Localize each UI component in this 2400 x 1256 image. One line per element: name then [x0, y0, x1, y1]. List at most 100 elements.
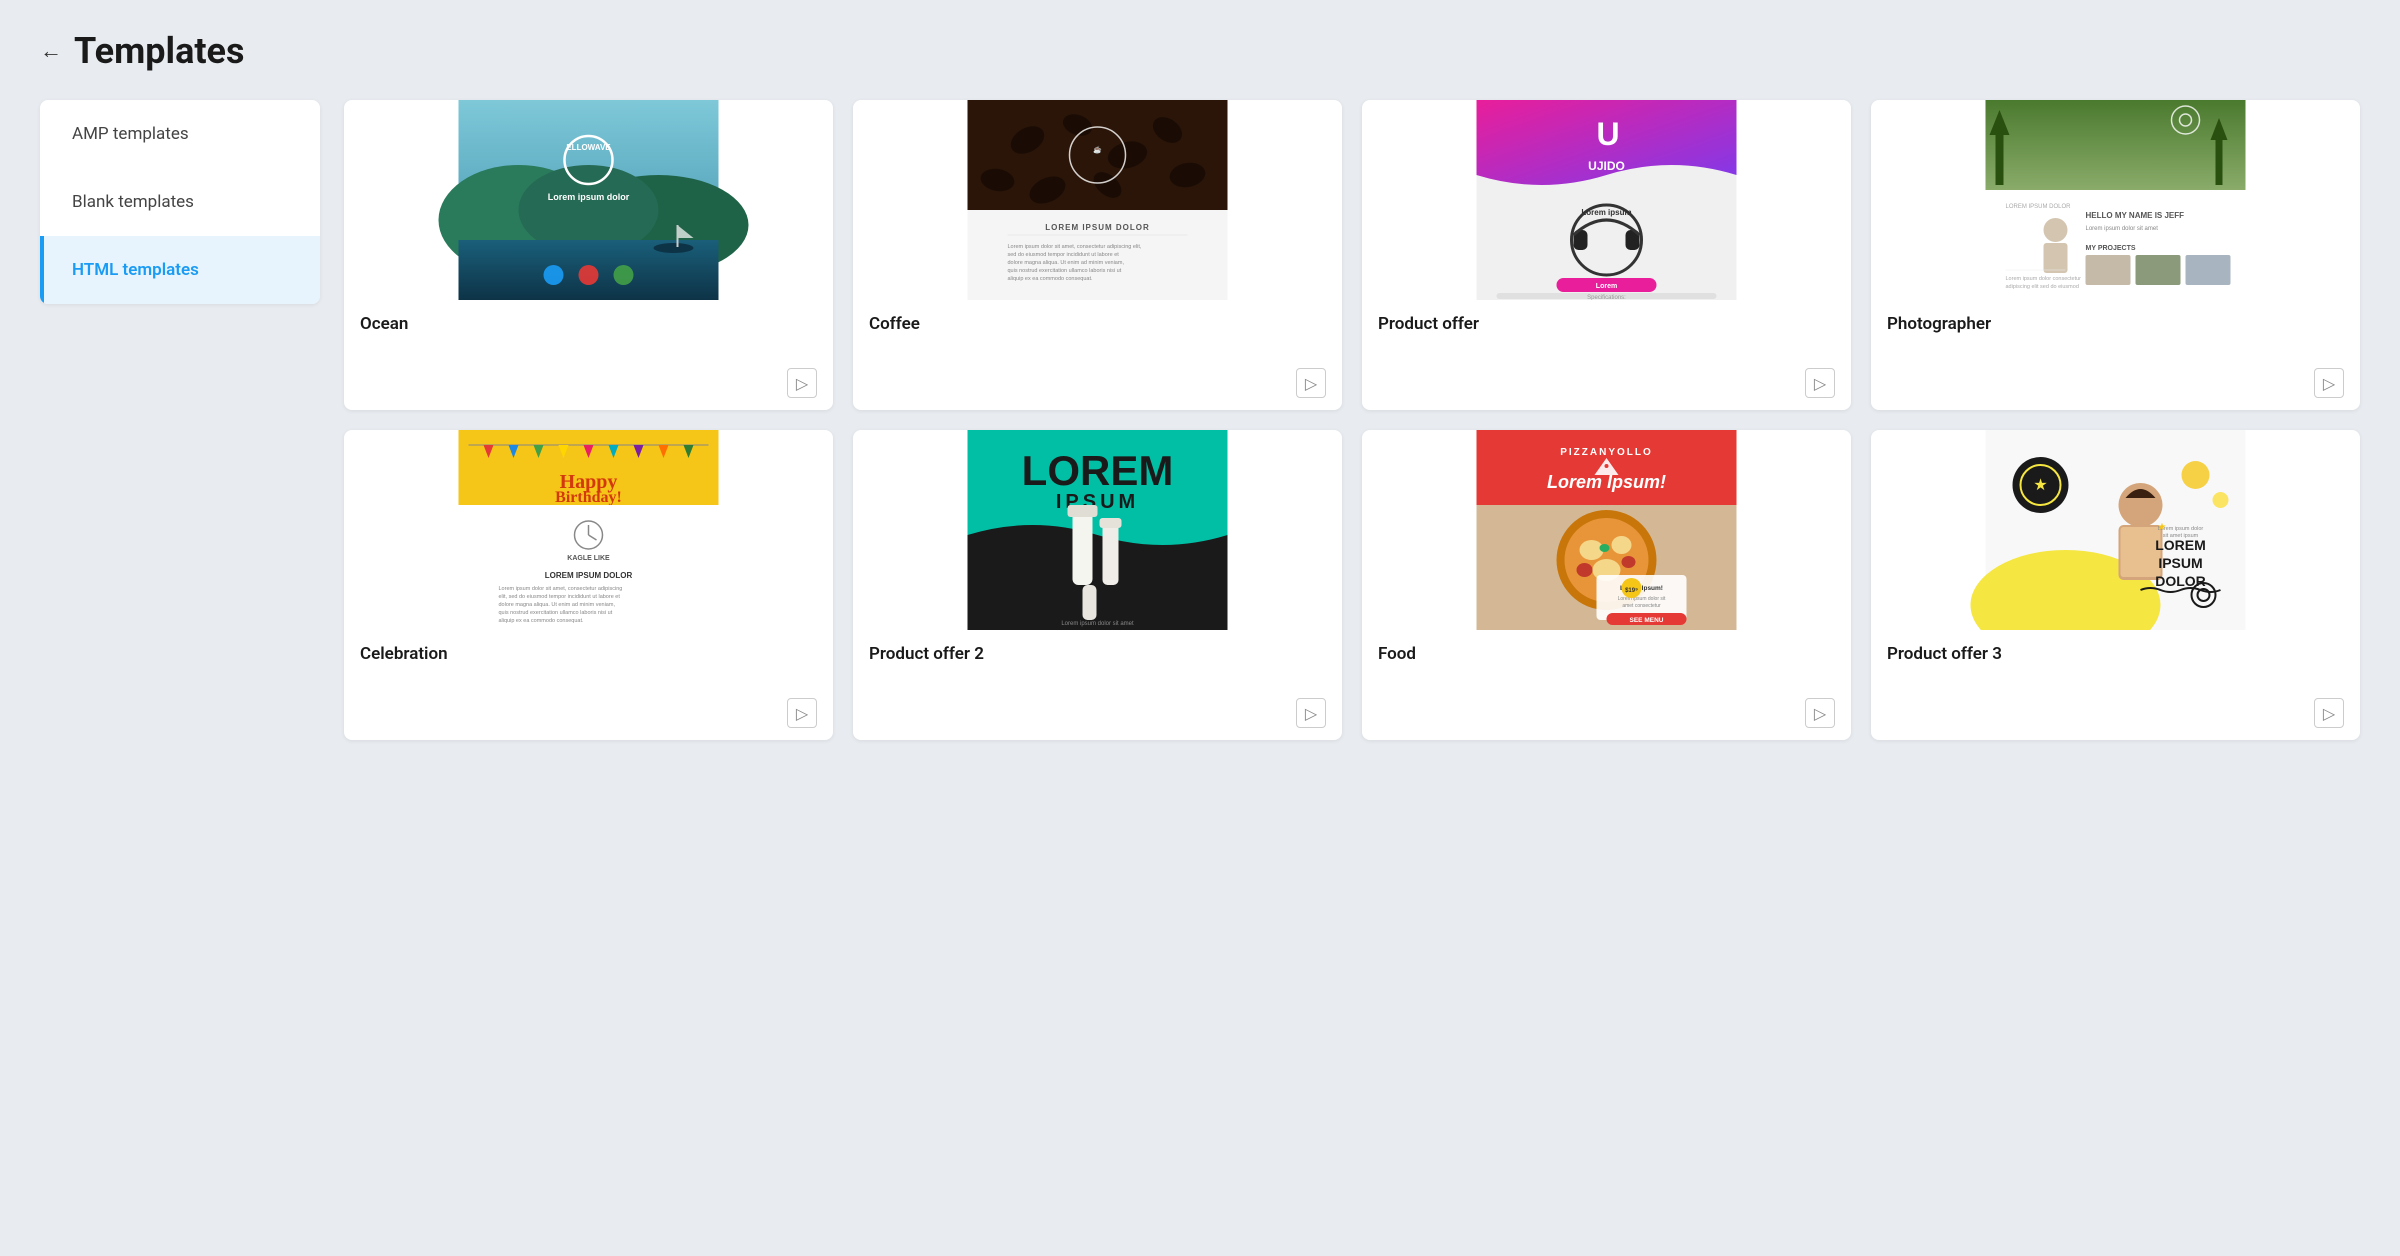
template-footer-product-offer-3: ▷ [1871, 698, 2360, 740]
template-card-photographer[interactable]: LOREM IPSUM DOLOR HELLO MY NAME IS JEFF … [1871, 100, 2360, 410]
svg-text:LOREM IPSUM DOLOR: LOREM IPSUM DOLOR [545, 571, 633, 580]
use-template-photographer[interactable]: ▷ [2314, 368, 2344, 398]
template-name-product-offer-2: Product offer 2 [869, 644, 1326, 664]
svg-text:aliquip ex ea commodo consequa: aliquip ex ea commodo consequat. [1008, 276, 1093, 282]
sidebar: AMP templates Blank templates HTML templ… [40, 100, 320, 304]
template-footer-food: ▷ [1362, 698, 1851, 740]
svg-text:Lorem ipsum dolor sit amet: Lorem ipsum dolor sit amet [2086, 226, 2159, 232]
svg-text:LOREM: LOREM [2155, 537, 2206, 553]
svg-text:HELLO MY NAME IS JEFF: HELLO MY NAME IS JEFF [2086, 211, 2185, 220]
use-template-product-offer-3[interactable]: ▷ [2314, 698, 2344, 728]
svg-text:Lorem ipsum dolor: Lorem ipsum dolor [548, 192, 630, 202]
svg-text:Specifications:: Specifications: [1587, 295, 1626, 300]
svg-text:dolore magna aliqua. Ut enim a: dolore magna aliqua. Ut enim ad minim ve… [499, 602, 616, 608]
svg-text:Lorem ipsum dolor sit amet, co: Lorem ipsum dolor sit amet, consectetur … [499, 586, 623, 592]
template-card-product-offer-2[interactable]: LOREM IPSUM Lorem ipsum dolor sit amet [853, 430, 1342, 740]
svg-text:Lorem ipsum dolor sit amet: Lorem ipsum dolor sit amet [1061, 621, 1134, 627]
page-header: ← Templates [40, 30, 2360, 72]
svg-text:amet consectetur: amet consectetur [1622, 603, 1661, 609]
svg-text:Lorem: Lorem [1596, 283, 1617, 290]
svg-text:ELLOWAVE: ELLOWAVE [566, 143, 611, 152]
template-thumbnail-photographer: LOREM IPSUM DOLOR HELLO MY NAME IS JEFF … [1871, 100, 2360, 300]
svg-text:sed do eiusmod tempor incididu: sed do eiusmod tempor incididunt ut labo… [1008, 252, 1120, 258]
use-template-celebration[interactable]: ▷ [787, 698, 817, 728]
sidebar-item-html[interactable]: HTML templates [40, 236, 320, 304]
svg-text:Lorem Ipsum!: Lorem Ipsum! [1547, 472, 1666, 492]
use-template-ocean[interactable]: ▷ [787, 368, 817, 398]
main-layout: AMP templates Blank templates HTML templ… [40, 100, 2360, 740]
svg-text:dolore magna aliqua. Ut enim a: dolore magna aliqua. Ut enim ad minim ve… [1008, 260, 1125, 266]
template-info-photographer: Photographer [1871, 300, 2360, 368]
svg-text:Lorem ipsum dolor sit amet, co: Lorem ipsum dolor sit amet, consectetur … [1008, 244, 1142, 250]
template-thumbnail-food: PIZZANYOLLO Lorem Ipsum! [1362, 430, 1851, 630]
template-info-ocean: Ocean [344, 300, 833, 368]
svg-text:★: ★ [2158, 522, 2167, 533]
template-footer-photographer: ▷ [1871, 368, 2360, 410]
content-area: ELLOWAVE Lorem ipsum dolor Ocean [320, 100, 2360, 740]
svg-text:quis nostrud exercitation ulla: quis nostrud exercitation ullamco labori… [1008, 268, 1122, 274]
svg-text:UJIDO: UJIDO [1588, 159, 1625, 173]
template-name-food: Food [1378, 644, 1835, 664]
svg-text:LOREM IPSUM DOLOR: LOREM IPSUM DOLOR [1045, 223, 1150, 232]
template-thumbnail-product-offer-3: ★ LOREM IPSUM DOLOR Lorem ipsum dolor [1871, 430, 2360, 630]
template-name-ocean: Ocean [360, 314, 817, 334]
sidebar-item-blank[interactable]: Blank templates [40, 168, 320, 236]
template-thumbnail-coffee: ☕ LOREM IPSUM DOLOR Lorem ipsum dolor si… [853, 100, 1342, 300]
template-name-celebration: Celebration [360, 644, 817, 664]
page-title: Templates [74, 30, 244, 72]
template-card-product-offer-3[interactable]: ★ LOREM IPSUM DOLOR Lorem ipsum dolor [1871, 430, 2360, 740]
svg-text:MY PROJECTS: MY PROJECTS [2086, 245, 2136, 252]
svg-text:PIZZANYOLLO: PIZZANYOLLO [1560, 447, 1653, 458]
use-template-coffee[interactable]: ▷ [1296, 368, 1326, 398]
svg-text:$19⁹: $19⁹ [1625, 588, 1638, 594]
use-template-food[interactable]: ▷ [1805, 698, 1835, 728]
template-card-coffee[interactable]: ☕ LOREM IPSUM DOLOR Lorem ipsum dolor si… [853, 100, 1342, 410]
svg-text:sit amet ipsum: sit amet ipsum [2163, 533, 2199, 539]
template-card-celebration[interactable]: Happy Birthday! KAGLE LIKE LOREM IPSUM D… [344, 430, 833, 740]
svg-text:U: U [1597, 116, 1620, 152]
use-template-product-offer-2[interactable]: ▷ [1296, 698, 1326, 728]
templates-grid: ELLOWAVE Lorem ipsum dolor Ocean [344, 100, 2360, 740]
template-info-product-offer-3: Product offer 3 [1871, 630, 2360, 698]
svg-text:DOLOR: DOLOR [2155, 573, 2206, 589]
svg-text:quis nostrud exercitation ulla: quis nostrud exercitation ullamco labori… [499, 610, 613, 616]
svg-text:LOREM: LOREM [1022, 447, 1174, 494]
template-card-ocean[interactable]: ELLOWAVE Lorem ipsum dolor Ocean [344, 100, 833, 410]
template-info-celebration: Celebration [344, 630, 833, 698]
template-thumbnail-ocean: ELLOWAVE Lorem ipsum dolor [344, 100, 833, 300]
template-footer-product-offer: ▷ [1362, 368, 1851, 410]
svg-text:elit, sed do eiusmod tempor in: elit, sed do eiusmod tempor incididunt u… [499, 594, 621, 600]
template-card-food[interactable]: PIZZANYOLLO Lorem Ipsum! [1362, 430, 1851, 740]
template-name-photographer: Photographer [1887, 314, 2344, 334]
template-info-coffee: Coffee [853, 300, 1342, 368]
svg-text:☕: ☕ [1093, 145, 1102, 154]
template-info-product-offer-2: Product offer 2 [853, 630, 1342, 698]
svg-text:Lorem ipsum: Lorem ipsum [1581, 208, 1631, 217]
template-thumbnail-product-offer-2: LOREM IPSUM Lorem ipsum dolor sit amet [853, 430, 1342, 630]
use-template-product-offer[interactable]: ▷ [1805, 368, 1835, 398]
template-name-coffee: Coffee [869, 314, 1326, 334]
sidebar-item-amp[interactable]: AMP templates [40, 100, 320, 168]
template-footer-ocean: ▷ [344, 368, 833, 410]
template-name-product-offer-3: Product offer 3 [1887, 644, 2344, 664]
back-button[interactable]: ← [40, 38, 62, 64]
svg-text:Birthday!: Birthday! [555, 489, 622, 506]
template-thumbnail-product-offer: U UJIDO Lorem ipsum Lorem [1362, 100, 1851, 300]
svg-text:LOREM IPSUM DOLOR: LOREM IPSUM DOLOR [2006, 204, 2072, 210]
svg-text:★: ★ [2033, 475, 2047, 494]
template-info-product-offer: Product offer [1362, 300, 1851, 368]
template-info-food: Food [1362, 630, 1851, 698]
svg-text:KAGLE LIKE: KAGLE LIKE [567, 555, 610, 562]
template-thumbnail-celebration: Happy Birthday! KAGLE LIKE LOREM IPSUM D… [344, 430, 833, 630]
svg-text:Lorem ipsum dolor consectetur: Lorem ipsum dolor consectetur [2006, 276, 2082, 282]
template-name-product-offer: Product offer [1378, 314, 1835, 334]
svg-text:Lorem ipsum dolor sit: Lorem ipsum dolor sit [1618, 596, 1666, 602]
template-footer-product-offer-2: ▷ [853, 698, 1342, 740]
svg-text:adipiscing elit sed do eiusmod: adipiscing elit sed do eiusmod [2006, 284, 2079, 290]
svg-text:aliquip ex ea commodo consequa: aliquip ex ea commodo consequat. [499, 618, 584, 624]
template-footer-celebration: ▷ [344, 698, 833, 740]
template-card-product-offer[interactable]: U UJIDO Lorem ipsum Lorem [1362, 100, 1851, 410]
svg-text:SEE MENU: SEE MENU [1630, 617, 1664, 624]
svg-text:IPSUM: IPSUM [2158, 555, 2202, 571]
template-footer-coffee: ▷ [853, 368, 1342, 410]
